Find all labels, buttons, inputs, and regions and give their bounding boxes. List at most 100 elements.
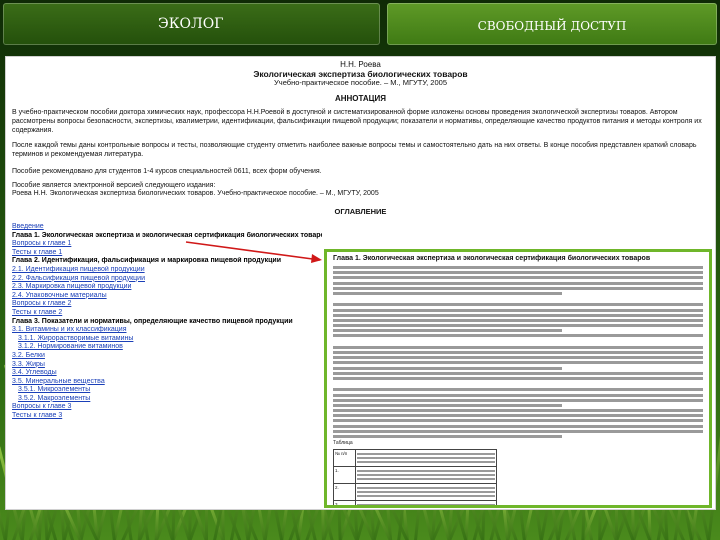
toc-item-label: 3.1.2. Нормирование витаминов [18,343,123,351]
preview-gap [327,340,709,344]
preview-text-line [333,266,703,269]
toc-item-label: Глава 1. Экологическая экспертиза и экол… [12,232,322,241]
annotation-paragraph: После каждой темы даны контрольные вопро… [12,142,697,159]
preview-text-line [333,303,703,307]
toc-item-label: 2.2. Фальсификация пищевой продукции [12,274,145,282]
preview-text-line [333,356,703,360]
toc-item-label: 3.3. Жиры [12,360,45,368]
preview-text-line [333,398,703,402]
preview-cell-line [357,470,495,473]
preview-text-line [333,361,703,365]
preview-table-row: 1. [333,466,497,485]
preview-text-line [333,403,563,407]
preview-cell-line [357,491,495,494]
toc-item[interactable]: 3.2. Белки [12,352,322,361]
preview-table-key: № п/п [333,449,356,468]
free-access-tab[interactable]: СВОБОДНЫЙ ДОСТУП [387,3,717,45]
toc-item[interactable]: Вопросы к главе 2 [12,300,322,309]
preview-text-line [333,308,703,312]
preview-cell-line [357,457,495,460]
annotation-paragraph: Роева Н.Н. Экологическая экспертиза биол… [12,190,379,197]
toc-item-label: Глава 3. Показатели и нормативы, определ… [12,317,293,325]
preview-text-line [333,286,703,290]
preview-table-cell [355,500,497,505]
preview-table-cell [355,483,497,502]
toc-item[interactable]: 3.3. Жиры [12,361,322,370]
document-author: Н.Н. Роева [340,60,381,69]
toc-item[interactable]: 2.1. Идентификация пищевой продукции [12,266,322,275]
toc-item: Глава 2. Идентификация, фальсификация и … [12,257,322,266]
ecolog-tab-label: ЭКОЛОГ [158,16,224,32]
toc-item[interactable]: 3.5.2. Макроэлементы [12,395,322,404]
preview-text-line [333,424,703,428]
preview-table-cell [355,449,497,468]
document-subtitle: Учебно-практическое пособие. – М., МГУТУ… [274,78,447,87]
toc-item[interactable]: 3.1. Витамины и их классификация [12,326,322,335]
preview-table-row: 3. [333,500,497,505]
toc-item-label: Вопросы к главе 3 [12,403,72,411]
preview-text-line [333,376,703,380]
document-page: Н.Н. Роева Экологическая экспертиза биол… [5,56,716,510]
toc-item[interactable]: 3.1.2. Нормирование витаминов [12,343,322,352]
toc-item[interactable]: 3.1.1. Жирорастворимые витамины [12,335,322,344]
toc-item[interactable]: Тесты к главе 2 [12,309,322,318]
preview-cell-line [357,478,495,481]
preview-text-line [333,329,563,333]
toc-item-label: Вопросы к главе 2 [12,300,72,308]
toc-item-label: Тесты к главе 3 [12,412,63,420]
preview-table-caption: Таблица [333,440,353,447]
toc-item-label: 3.5.2. Макроэлементы [18,394,91,402]
preview-table-key: 1. [333,466,356,485]
toc-item-label: Вопросы к главе 1 [12,240,72,248]
chapter-preview-title: Глава 1. Экологическая экспертиза и экол… [333,255,651,262]
preview-gap [327,297,709,301]
preview-cell-line [357,461,495,464]
preview-table-cell [355,466,497,485]
preview-cell-line [357,504,495,505]
preview-text-lines [327,266,709,438]
preview-text-line [333,281,703,285]
preview-table: № п/п1.2.3.4.5. [333,449,497,505]
preview-text-line [333,409,703,413]
toc-item[interactable]: Введение [12,223,322,232]
toc-item: Глава 3. Показатели и нормативы, определ… [12,318,322,327]
preview-text-line [333,371,703,375]
toc-item: Глава 1. Экологическая экспертиза и экол… [12,232,322,241]
toc-item[interactable]: Вопросы к главе 3 [12,403,322,412]
preview-table-row: 2. [333,483,497,502]
chapter-preview: Глава 1. Экологическая экспертиза и экол… [324,249,712,508]
preview-text-line [333,324,703,328]
toc-item[interactable]: Тесты к главе 3 [12,412,322,421]
ecolog-tab[interactable]: ЭКОЛОГ [3,3,380,45]
toc-item[interactable]: 2.2. Фальсификация пищевой продукции [12,275,322,284]
preview-text-line [333,318,703,322]
preview-cell-line [357,495,495,498]
preview-text-line [333,366,563,370]
toc-item-label: Введение [12,223,44,230]
preview-table-key: 2. [333,483,356,502]
preview-text-line [333,388,703,392]
preview-text-line [333,351,703,354]
toc-item[interactable]: 3.5. Минеральные вещества [12,378,322,387]
toc-item-label: 3.5.1. Микроэлементы [18,386,91,394]
preview-cell-line [357,487,495,490]
preview-table-key: 3. [333,500,356,505]
toc-item[interactable]: Вопросы к главе 1 [12,240,322,249]
toc-item-label: 2.1. Идентификация пищевой продукции [12,265,145,273]
preview-text-line [333,414,703,418]
preview-text-line [333,334,703,338]
toc-item[interactable]: 3.5.1. Микроэлементы [12,386,322,395]
toc-item-label: Глава 2. Идентификация, фальсификация и … [12,257,282,265]
toc-item[interactable]: 2.3. Маркировка пищевой продукции [12,283,322,292]
toc-item[interactable]: Тесты к главе 1 [12,249,322,258]
annotation-heading: АННОТАЦИЯ [334,94,387,103]
preview-text-line [333,313,703,317]
preview-text-line [333,435,563,438]
toc-item-label: 2.4. Упаковочные материалы [12,291,107,299]
toc-item[interactable]: 2.4. Упаковочные материалы [12,292,322,301]
table-of-contents: Введение Глава 1. Экологическая экспертиз… [12,223,322,421]
preview-text-line [333,393,703,397]
toc-item-label: 2.3. Маркировка пищевой продукции [12,283,132,291]
toc-item[interactable]: 3.4. Углеводы [12,369,322,378]
preview-text-line [333,291,563,295]
